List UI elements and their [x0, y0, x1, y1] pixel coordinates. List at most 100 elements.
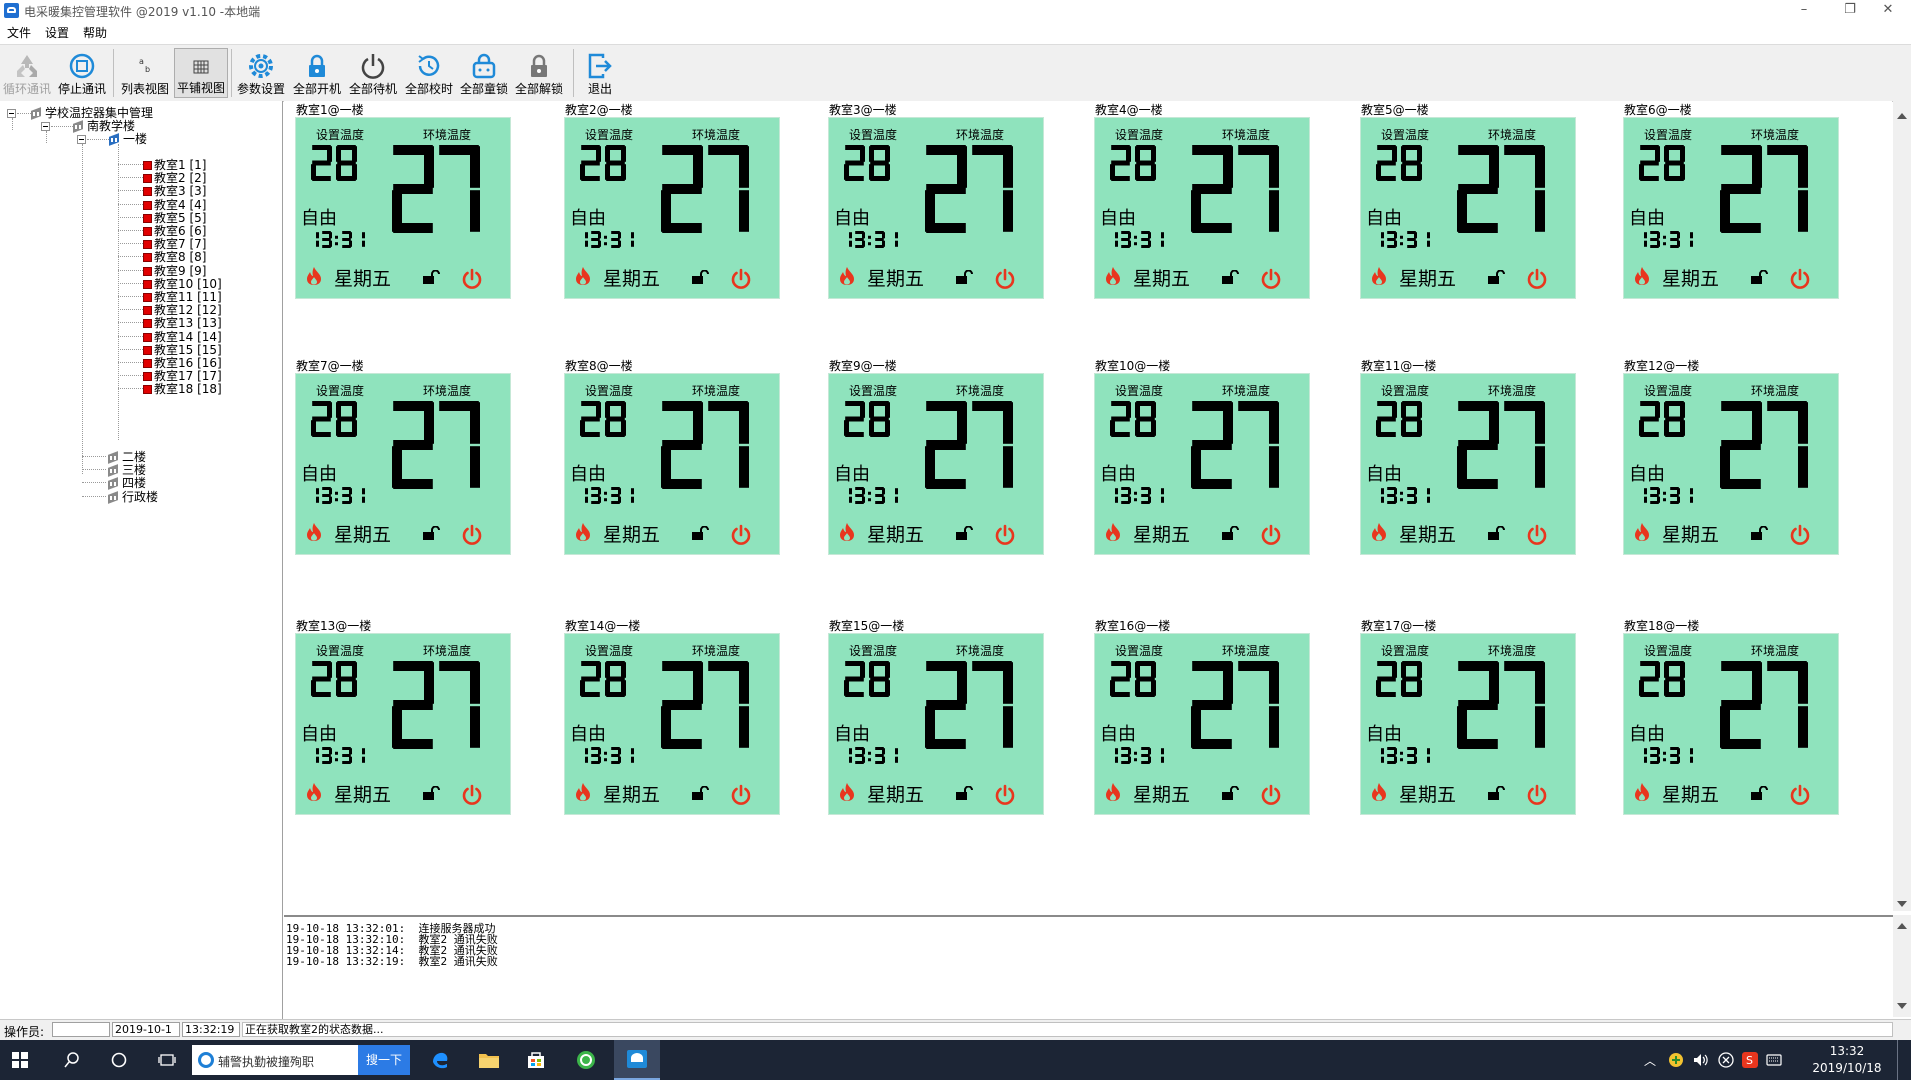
param-settings-button[interactable]: 参数设置 — [234, 48, 288, 98]
tree-room-item[interactable]: 教室11 [11] — [143, 290, 222, 304]
list-view-button[interactable]: ab 列表视图 — [117, 48, 173, 98]
log-scroll-down-icon[interactable] — [1897, 1003, 1907, 1009]
all-child-lock-button[interactable]: 全部童锁 — [457, 48, 511, 98]
edge-icon[interactable] — [430, 1050, 450, 1070]
tree-room-item[interactable]: 教室6 [6] — [143, 224, 206, 238]
thermostat-lcd[interactable]: 设置温度 环境温度 自由 星期五 — [1623, 633, 1839, 815]
thermostat-lcd[interactable]: 设置温度 环境温度 自由 星期五 — [828, 373, 1044, 555]
all-time-sync-button[interactable]: 全部校时 — [401, 48, 457, 98]
thermostat-lcd[interactable]: 设置温度 环境温度 自由 星期五 — [564, 633, 780, 815]
tree-room-item[interactable]: 教室8 [8] — [143, 250, 206, 264]
thermostat-lcd[interactable]: 设置温度 环境温度 自由 星期五 — [828, 117, 1044, 299]
log-scrollbar[interactable] — [1893, 915, 1911, 1017]
tree-room-item[interactable]: 教室4 [4] — [143, 198, 206, 212]
show-desktop-button[interactable] — [1897, 1040, 1898, 1080]
tree-floor-item[interactable]: 四楼 — [107, 476, 146, 490]
tree-room-item[interactable]: 教室5 [5] — [143, 211, 206, 225]
exit-button[interactable]: 退出 — [577, 48, 623, 98]
volume-icon[interactable] — [1692, 1052, 1710, 1068]
tile-view-button[interactable]: 平铺视图 — [174, 48, 228, 98]
thermostat-panel[interactable]: 教室16@一楼 设置温度 环境温度 自由 星期五 — [1093, 611, 1313, 815]
collapse-floor-toggle[interactable] — [77, 135, 86, 144]
taskbar-clock[interactable]: 13:32 2019/10/18 — [1808, 1043, 1886, 1077]
thermostat-panel[interactable]: 教室2@一楼 设置温度 环境温度 自由 星期五 — [563, 101, 783, 299]
thermostat-panel[interactable]: 教室11@一楼 设置温度 环境温度 自由 星期五 — [1359, 351, 1579, 555]
thermostat-panel[interactable]: 教室6@一楼 设置温度 环境温度 自由 星期五 — [1622, 101, 1842, 299]
thermostat-panel[interactable]: 教室18@一楼 设置温度 环境温度 自由 星期五 — [1622, 611, 1842, 815]
thermostat-lcd[interactable]: 设置温度 环境温度 自由 星期五 — [1094, 373, 1310, 555]
thermostat-lcd[interactable]: 设置温度 环境温度 自由 星期五 — [1623, 117, 1839, 299]
menu-file[interactable]: 文件 — [0, 22, 38, 41]
thermostat-lcd[interactable]: 设置温度 环境温度 自由 星期五 — [1360, 373, 1576, 555]
tray-app-icon[interactable] — [1668, 1052, 1684, 1068]
loop-comm-button[interactable]: 循环通讯 — [2, 48, 52, 98]
thermostat-lcd[interactable]: 设置温度 环境温度 自由 星期五 — [564, 117, 780, 299]
tree-building[interactable]: 南教学楼 — [72, 119, 135, 133]
tree-room-item[interactable]: 教室1 [1] — [143, 158, 206, 172]
file-explorer-icon[interactable] — [478, 1050, 500, 1070]
scroll-down-arrow-icon[interactable] — [1897, 901, 1907, 907]
tree-room-item[interactable]: 教室13 [13] — [143, 316, 222, 330]
minimize-button[interactable]: – — [1781, 0, 1827, 22]
thermostat-panel[interactable]: 教室8@一楼 设置温度 环境温度 自由 星期五 — [563, 351, 783, 555]
thermostat-lcd[interactable]: 设置温度 环境温度 自由 星期五 — [1094, 633, 1310, 815]
search-icon[interactable] — [64, 1052, 80, 1068]
thermostat-lcd[interactable]: 设置温度 环境温度 自由 星期五 — [1623, 373, 1839, 555]
thermostat-panel[interactable]: 教室9@一楼 设置温度 环境温度 自由 星期五 — [827, 351, 1047, 555]
tray-expand-icon[interactable]: ︿ — [1644, 1052, 1656, 1092]
store-icon[interactable] — [526, 1050, 546, 1070]
taskbar-search-box[interactable]: 辅警执勤被撞殉职 搜一下 — [192, 1045, 410, 1075]
tree-floor-item[interactable]: 二楼 — [107, 450, 146, 464]
tree-room-item[interactable]: 教室3 [3] — [143, 184, 206, 198]
all-standby-button[interactable]: 全部待机 — [345, 48, 401, 98]
thermostat-lcd[interactable]: 设置温度 环境温度 自由 星期五 — [295, 373, 511, 555]
close-button[interactable]: ✕ — [1865, 0, 1911, 22]
task-view-icon[interactable] — [158, 1052, 176, 1068]
tree-room-item[interactable]: 教室18 [18] — [143, 382, 222, 396]
log-scroll-up-icon[interactable] — [1897, 923, 1907, 929]
thermostat-panel[interactable]: 教室1@一楼 设置温度 环境温度 自由 星期五 — [294, 101, 514, 299]
thermostat-lcd[interactable]: 设置温度 环境温度 自由 星期五 — [564, 373, 780, 555]
tree-root[interactable]: 学校温控器集中管理 — [30, 106, 153, 120]
all-unlock-button[interactable]: 全部解锁 — [511, 48, 567, 98]
windows-start-icon[interactable] — [12, 1052, 28, 1068]
tree-room-item[interactable]: 教室15 [15] — [143, 343, 222, 357]
cortana-icon[interactable] — [111, 1052, 127, 1068]
thermostat-lcd[interactable]: 设置温度 环境温度 自由 星期五 — [1360, 117, 1576, 299]
taskbar-search-button[interactable]: 搜一下 — [358, 1045, 410, 1075]
taskbar-app-active[interactable] — [614, 1040, 660, 1080]
menu-settings[interactable]: 设置 — [38, 22, 76, 41]
ime-icon[interactable]: S — [1742, 1052, 1758, 1068]
tree-room-item[interactable]: 教室10 [10] — [143, 277, 222, 291]
thermostat-panel[interactable]: 教室10@一楼 设置温度 环境温度 自由 星期五 — [1093, 351, 1313, 555]
360-browser-icon[interactable] — [576, 1050, 596, 1070]
menu-help[interactable]: 帮助 — [76, 22, 114, 41]
thermostat-panel[interactable]: 教室3@一楼 设置温度 环境温度 自由 星期五 — [827, 101, 1047, 299]
thermostat-panel[interactable]: 教室12@一楼 设置温度 环境温度 自由 星期五 — [1622, 351, 1842, 555]
thermostat-lcd[interactable]: 设置温度 环境温度 自由 星期五 — [295, 633, 511, 815]
thermostat-panel[interactable]: 教室13@一楼 设置温度 环境温度 自由 星期五 — [294, 611, 514, 815]
thermostat-lcd[interactable]: 设置温度 环境温度 自由 星期五 — [1094, 117, 1310, 299]
thermostat-lcd[interactable]: 设置温度 环境温度 自由 星期五 — [295, 117, 511, 299]
stop-comm-button[interactable]: 停止通讯 — [54, 48, 110, 98]
thermostat-lcd[interactable]: 设置温度 环境温度 自由 星期五 — [828, 633, 1044, 815]
all-power-on-button[interactable]: 全部开机 — [289, 48, 345, 98]
thermostat-panel[interactable]: 教室7@一楼 设置温度 环境温度 自由 星期五 — [294, 351, 514, 555]
tree-room-item[interactable]: 教室9 [9] — [143, 264, 206, 278]
collapse-root-toggle[interactable] — [7, 109, 16, 118]
thermostat-panel[interactable]: 教室5@一楼 设置温度 环境温度 自由 星期五 — [1359, 101, 1579, 299]
thermostat-lcd[interactable]: 设置温度 环境温度 自由 星期五 — [1360, 633, 1576, 815]
tree-room-item[interactable]: 教室16 [16] — [143, 356, 222, 370]
thermostat-panel[interactable]: 教室15@一楼 设置温度 环境温度 自由 星期五 — [827, 611, 1047, 815]
collapse-building-toggle[interactable] — [41, 122, 50, 131]
tree-room-item[interactable]: 教室14 [14] — [143, 330, 222, 344]
thermostat-panel[interactable]: 教室4@一楼 设置温度 环境温度 自由 星期五 — [1093, 101, 1313, 299]
scroll-up-arrow-icon[interactable] — [1897, 113, 1907, 119]
tree-floor-item[interactable]: 行政楼 — [107, 490, 158, 504]
network-offline-icon[interactable] — [1718, 1052, 1734, 1068]
tree-floor[interactable]: 一楼 — [108, 132, 147, 146]
thermostat-panel[interactable]: 教室14@一楼 设置温度 环境温度 自由 星期五 — [563, 611, 783, 815]
grid-scrollbar[interactable] — [1893, 101, 1911, 911]
keyboard-icon[interactable] — [1766, 1052, 1782, 1068]
thermostat-panel[interactable]: 教室17@一楼 设置温度 环境温度 自由 星期五 — [1359, 611, 1579, 815]
